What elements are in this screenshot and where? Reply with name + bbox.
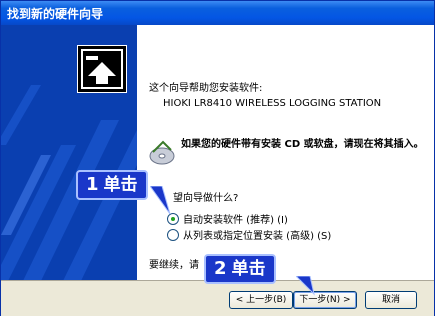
title-bar[interactable]: 找到新的硬件向导 bbox=[1, 1, 434, 25]
callout-step-1: 1 单击 bbox=[76, 170, 148, 200]
cd-note: 如果您的硬件带有安装 CD 或软盘，请现在将其插入。 bbox=[181, 139, 424, 150]
option-manual-install[interactable]: 从列表或指定位置安装 (高级) (S) bbox=[167, 227, 331, 242]
wizard-content: 这个向导帮助您安装软件: HIOKI LR8410 WIRELESS LOGGI… bbox=[1, 25, 434, 280]
option-auto-install[interactable]: 自动安装软件 (推荐) (I) bbox=[167, 211, 288, 226]
question-text: 望向导做什么? bbox=[173, 193, 239, 204]
option-manual-install-label: 从列表或指定位置安装 (高级) (S) bbox=[183, 231, 332, 242]
callout-step-2: 2 单击 bbox=[204, 254, 276, 284]
callout-2-number: 2 bbox=[214, 258, 227, 279]
cancel-button[interactable]: 取消 bbox=[365, 291, 417, 309]
back-button[interactable]: < 上一步(B) bbox=[229, 291, 293, 309]
callout-1-text: 单击 bbox=[103, 175, 138, 195]
callout-2-text: 单击 bbox=[231, 259, 266, 279]
cd-icon bbox=[149, 140, 175, 170]
continue-text: 要继续，请 bbox=[149, 260, 199, 271]
callout-1-number: 1 bbox=[86, 174, 99, 195]
window-title: 找到新的硬件向导 bbox=[7, 7, 104, 21]
option-auto-install-label: 自动安装软件 (推荐) (I) bbox=[183, 215, 288, 226]
callout-2-pointer-icon bbox=[296, 276, 315, 296]
hardware-wizard-icon bbox=[77, 45, 127, 93]
device-name: HIOKI LR8410 WIRELESS LOGGING STATION bbox=[163, 98, 382, 109]
wizard-banner bbox=[1, 25, 137, 280]
button-bar: < 上一步(B) 下一步(N) > 取消 bbox=[1, 280, 434, 316]
callout-1-pointer-icon bbox=[150, 186, 171, 215]
radio-manual-install[interactable] bbox=[167, 228, 179, 241]
intro-text: 这个向导帮助您安装软件: bbox=[149, 83, 263, 94]
